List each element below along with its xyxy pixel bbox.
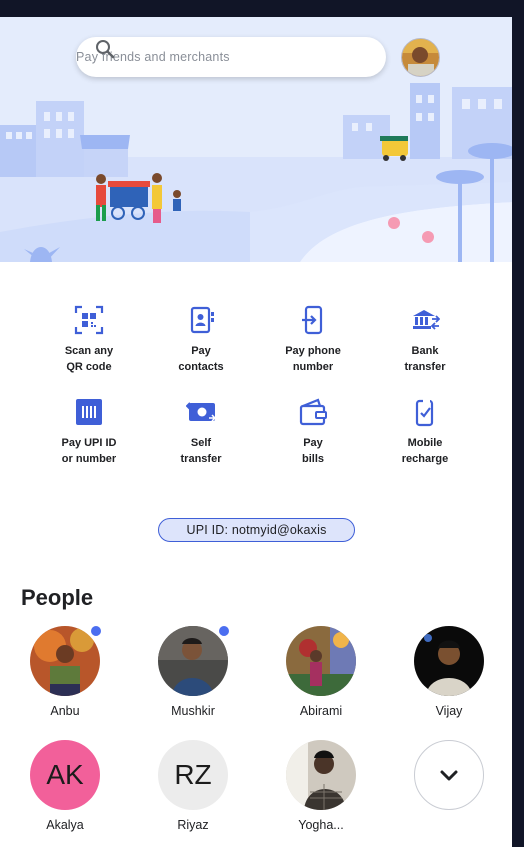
contact-photo: [414, 626, 484, 696]
hero-illustration: Pay friends and merchants: [0, 17, 512, 262]
contacts-icon: [190, 306, 214, 334]
bank-icon: [413, 310, 440, 330]
contact-anbu[interactable]: Anbu: [15, 626, 115, 718]
phone-icon: [302, 305, 323, 335]
contact-name: Abirami: [299, 704, 343, 718]
more-contacts-button[interactable]: [399, 740, 499, 810]
contact-yogha[interactable]: Yogha...: [271, 740, 371, 832]
contact-photo: [286, 740, 356, 810]
contact-avatar: [286, 626, 356, 696]
contact-photo: [158, 626, 228, 696]
contact-avatar: [30, 626, 100, 696]
contact-mushkir[interactable]: Mushkir: [143, 626, 243, 718]
contact-name: Mushkir: [171, 704, 215, 718]
contact-name: Yogha...: [298, 818, 344, 832]
self-transfer-icon: [186, 402, 216, 422]
unread-dot: [219, 626, 229, 636]
action-pay-phone[interactable]: Pay phone number: [257, 305, 369, 375]
action-pay-upi[interactable]: Pay UPI ID or number: [33, 397, 145, 467]
contact-initials: RZ: [174, 759, 212, 790]
contact-name: Vijay: [435, 704, 463, 718]
contact-initials: AK: [46, 759, 84, 790]
contact-name: Akalya: [46, 818, 84, 832]
mobile-recharge-icon: [415, 399, 434, 427]
action-label: Pay UPI ID or number: [61, 437, 117, 465]
upi-id-chip[interactable]: UPI ID: notmyid@okaxis: [158, 518, 355, 542]
profile-photo: [402, 39, 439, 76]
action-label: Mobile recharge: [401, 437, 449, 465]
contact-avatar: [158, 626, 228, 696]
wallet-icon: [299, 398, 327, 426]
search-bar[interactable]: Pay friends and merchants: [76, 37, 386, 77]
contact-name: Riyaz: [177, 818, 209, 832]
action-mobile-recharge[interactable]: Mobile recharge: [369, 397, 481, 467]
search-icon: [96, 40, 115, 59]
contact-akalya[interactable]: AK Akalya: [15, 740, 115, 832]
contact-name: Anbu: [50, 704, 80, 718]
chevron-down-icon: [440, 770, 458, 781]
contact-avatar: [414, 626, 484, 696]
contact-avatar: AK: [30, 740, 100, 810]
action-scan-qr[interactable]: Scan any QR code: [33, 305, 145, 375]
action-label: Pay phone number: [285, 345, 341, 373]
contact-photo: [286, 626, 356, 696]
contact-abirami[interactable]: Abirami: [271, 626, 371, 718]
people-section-title: People: [21, 585, 94, 610]
action-label: Bank transfer: [404, 345, 446, 373]
more-contacts-circle[interactable]: [414, 740, 484, 810]
contact-vijay[interactable]: Vijay: [399, 626, 499, 718]
action-bank-transfer[interactable]: Bank transfer: [369, 305, 481, 375]
contact-avatar: [286, 740, 356, 810]
contact-avatar: RZ: [158, 740, 228, 810]
action-self-transfer[interactable]: Self transfer: [145, 397, 257, 467]
action-label: Pay contacts: [178, 345, 224, 373]
qr-scan-icon: [74, 305, 104, 335]
action-label: Pay bills: [301, 437, 324, 465]
action-label: Scan any QR code: [64, 345, 114, 373]
action-pay-contacts[interactable]: Pay contacts: [145, 305, 257, 375]
action-label: Self transfer: [180, 437, 222, 465]
contact-riyaz[interactable]: RZ Riyaz: [143, 740, 243, 832]
unread-dot: [91, 626, 101, 636]
upi-icon: [76, 399, 102, 425]
window-edge: [512, 0, 524, 847]
app-screen: Pay friends and merchants Scan any QR co…: [0, 17, 512, 847]
contact-photo: [30, 626, 100, 696]
action-pay-bills[interactable]: Pay bills: [257, 397, 369, 467]
profile-avatar[interactable]: [401, 38, 440, 77]
